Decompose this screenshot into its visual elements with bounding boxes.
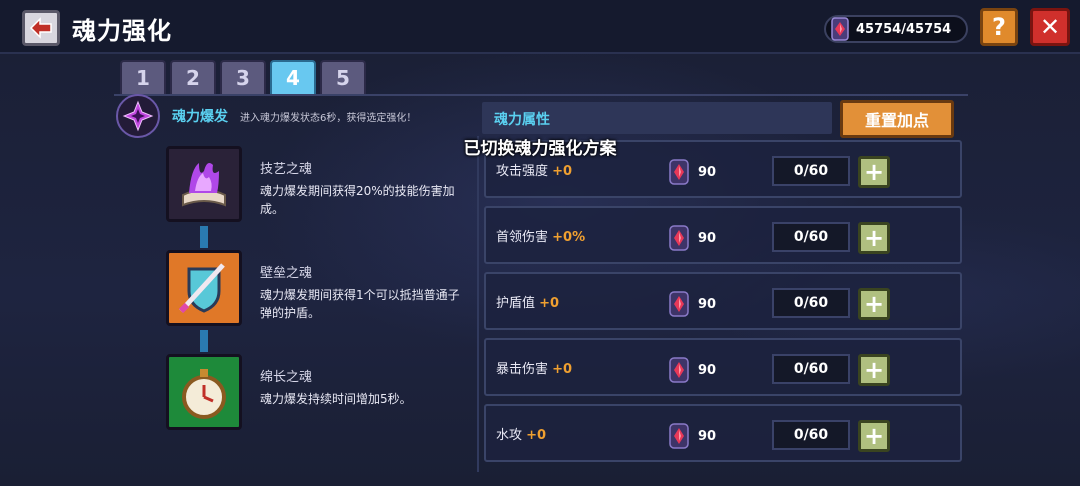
attribute-label: 水攻 [496, 428, 523, 443]
stopwatch-icon [166, 354, 242, 430]
attribute-row: 护盾值 +0 90 0/60 + [484, 272, 962, 330]
add-point-button[interactable]: + [858, 222, 890, 254]
soul-gem-icon [831, 16, 849, 41]
attribute-name: 攻击强度 +0 [496, 160, 572, 179]
panel-divider [477, 136, 479, 472]
page-title: 魂力强化 [72, 17, 172, 45]
top-bar: 魂力强化 45754/45754 ? ✕ [0, 0, 1080, 54]
attribute-label: 首领伤害 [496, 230, 549, 245]
attribute-cost-value: 90 [698, 428, 717, 444]
soul-gem-icon [669, 357, 689, 383]
soul-name: 技艺之魂 [260, 162, 313, 177]
tab-plan-4[interactable]: 4 [270, 60, 316, 94]
attribute-level: 0/60 [772, 156, 850, 186]
add-point-button[interactable]: + [858, 420, 890, 452]
reset-points-button[interactable]: 重置加点 [840, 100, 954, 138]
soul-gem-icon [669, 423, 689, 449]
soul-description: 魂力爆发持续时间增加5秒。 [260, 392, 412, 406]
attribute-level: 0/60 [772, 288, 850, 318]
tab-plan-3[interactable]: 3 [220, 60, 266, 94]
soul-burst-label: 魂力爆发 [172, 109, 228, 125]
attribute-level: 0/60 [772, 222, 850, 252]
back-arrow-icon [29, 17, 52, 39]
attribute-row: 首领伤害 +0% 90 0/60 + [484, 206, 962, 264]
attribute-bonus: +0 [552, 362, 573, 377]
add-point-button[interactable]: + [858, 156, 890, 188]
attribute-cost-value: 90 [698, 296, 717, 312]
soul-burst-icon [116, 94, 160, 138]
toast-message: 已切换魂力强化方案 [463, 139, 617, 159]
soul-gem-icon [669, 159, 689, 185]
soul-description: 魂力爆发期间获得1个可以抵挡普通子弹的护盾。 [260, 288, 460, 320]
attribute-cost: 90 [668, 290, 716, 318]
soul-name: 绵长之魂 [260, 370, 313, 385]
soul-burst-description: 进入魂力爆发状态6秒，获得选定强化！ [240, 112, 417, 124]
attribute-cost: 90 [668, 224, 716, 252]
add-point-button[interactable]: + [858, 354, 890, 386]
soul-currency-display: 45754/45754 [824, 15, 968, 43]
soul-name: 壁垒之魂 [260, 266, 313, 281]
attribute-level: 0/60 [772, 420, 850, 450]
attributes-header: 魂力属性 [482, 102, 832, 134]
shield-sword-icon [166, 250, 242, 326]
attribute-bonus: +0% [552, 230, 586, 245]
attribute-name: 首领伤害 +0% [496, 226, 585, 245]
attribute-cost-value: 90 [698, 164, 717, 180]
attribute-level: 0/60 [772, 354, 850, 384]
attribute-bonus: +0 [552, 164, 573, 179]
attribute-bonus: +0 [539, 296, 560, 311]
attribute-cost: 90 [668, 356, 716, 384]
attribute-name: 水攻 +0 [496, 424, 546, 443]
plan-tabs: 12345 [120, 60, 366, 94]
soul-description: 魂力爆发期间获得20%的技能伤害加成。 [260, 184, 455, 216]
soul-gem-icon [669, 225, 689, 251]
attribute-cost-value: 90 [698, 362, 717, 378]
attribute-cost: 90 [668, 158, 716, 186]
tab-plan-5[interactable]: 5 [320, 60, 366, 94]
help-button[interactable]: ? [980, 8, 1018, 46]
soul-connector [200, 330, 208, 352]
back-button[interactable] [22, 10, 60, 46]
attribute-label: 护盾值 [496, 296, 536, 311]
add-point-button[interactable]: + [858, 288, 890, 320]
tab-plan-1[interactable]: 1 [120, 60, 166, 94]
attribute-name: 暴击伤害 +0 [496, 358, 572, 377]
attribute-row: 暴击伤害 +0 90 0/60 + [484, 338, 962, 396]
soul-gem-icon [669, 291, 689, 317]
attribute-label: 暴击伤害 [496, 362, 549, 377]
attribute-row: 水攻 +0 90 0/60 + [484, 404, 962, 462]
attribute-cost: 90 [668, 422, 716, 450]
currency-value: 45754/45754 [856, 21, 952, 37]
close-button[interactable]: ✕ [1030, 8, 1070, 46]
soul-burst-row: 魂力爆发 进入魂力爆发状态6秒，获得选定强化！ [116, 94, 476, 138]
attribute-cost-value: 90 [698, 230, 717, 246]
attribute-name: 护盾值 +0 [496, 292, 559, 311]
soul-item-barrier[interactable]: 壁垒之魂 魂力爆发期间获得1个可以抵挡普通子弹的护盾。 [166, 250, 476, 330]
attribute-bonus: +0 [526, 428, 547, 443]
soul-item-duration[interactable]: 绵长之魂 魂力爆发持续时间增加5秒。 [166, 354, 476, 434]
tab-plan-2[interactable]: 2 [170, 60, 216, 94]
attribute-label: 攻击强度 [496, 164, 549, 179]
soul-connector [200, 226, 208, 248]
